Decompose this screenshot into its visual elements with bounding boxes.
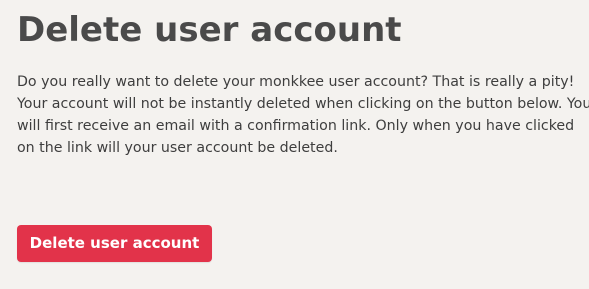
delete-user-account-button[interactable]: Delete user account — [17, 225, 212, 262]
delete-account-description: Do you really want to delete your monkke… — [17, 74, 589, 156]
page-title: Delete user account — [17, 10, 402, 50]
